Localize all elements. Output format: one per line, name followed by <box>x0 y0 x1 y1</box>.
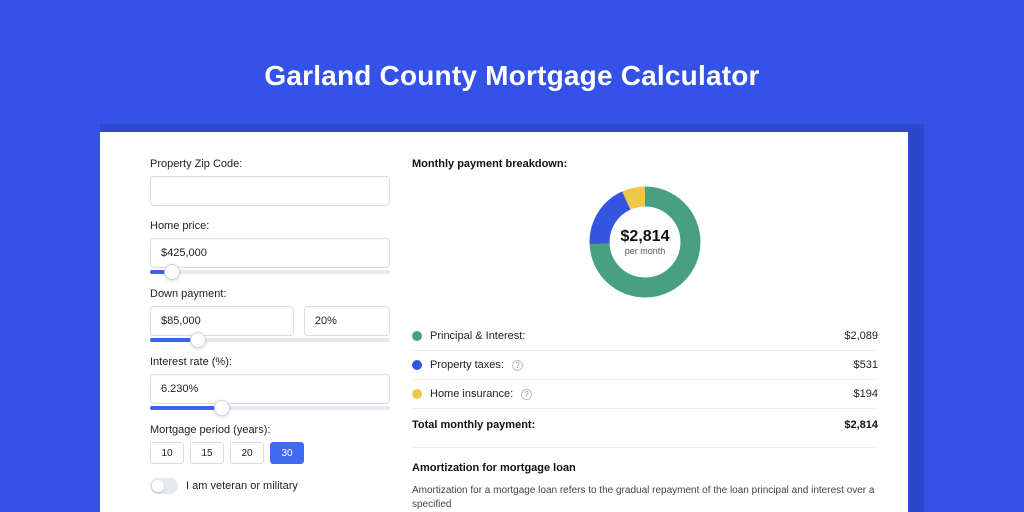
interest-slider[interactable] <box>150 406 390 410</box>
down-payment-slider[interactable] <box>150 338 390 342</box>
legend-row-insurance: Home insurance: ? $194 <box>412 380 878 409</box>
interest-input[interactable] <box>150 374 390 404</box>
period-option-10[interactable]: 10 <box>150 442 184 464</box>
amortization-text: Amortization for a mortgage loan refers … <box>412 484 878 512</box>
legend-value: $531 <box>854 359 878 371</box>
home-price-label: Home price: <box>150 220 390 232</box>
veteran-label: I am veteran or military <box>186 480 298 492</box>
legend-row-principal: Principal & Interest: $2,089 <box>412 322 878 351</box>
period-option-30[interactable]: 30 <box>270 442 304 464</box>
total-label: Total monthly payment: <box>412 419 535 431</box>
period-option-15[interactable]: 15 <box>190 442 224 464</box>
dot-icon <box>412 331 422 341</box>
breakdown-panel: Monthly payment breakdown: $2,814 per mo… <box>412 158 878 512</box>
period-option-20[interactable]: 20 <box>230 442 264 464</box>
donut-per-month: per month <box>625 246 666 256</box>
period-label: Mortgage period (years): <box>150 424 390 436</box>
donut-amount: $2,814 <box>621 228 670 246</box>
dot-icon <box>412 360 422 370</box>
down-payment-pct-input[interactable] <box>304 306 390 336</box>
total-value: $2,814 <box>844 419 878 431</box>
veteran-toggle[interactable] <box>150 478 178 494</box>
legend-value: $194 <box>854 388 878 400</box>
calculator-card: Property Zip Code: Home price: Down paym… <box>100 132 908 512</box>
legend-value: $2,089 <box>844 330 878 342</box>
down-payment-input[interactable] <box>150 306 294 336</box>
zip-label: Property Zip Code: <box>150 158 390 170</box>
info-icon[interactable]: ? <box>512 360 523 371</box>
amortization-heading: Amortization for mortgage loan <box>412 462 878 474</box>
info-icon[interactable]: ? <box>521 389 532 400</box>
home-price-slider[interactable] <box>150 270 390 274</box>
home-price-input[interactable] <box>150 238 390 268</box>
legend-row-taxes: Property taxes: ? $531 <box>412 351 878 380</box>
legend-label: Principal & Interest: <box>430 330 525 342</box>
amortization-section: Amortization for mortgage loan Amortizat… <box>412 447 878 512</box>
down-payment-label: Down payment: <box>150 288 390 300</box>
legend-row-total: Total monthly payment: $2,814 <box>412 409 878 447</box>
legend-label: Home insurance: <box>430 388 513 400</box>
payment-donut-chart: $2,814 per month <box>585 182 705 302</box>
zip-input[interactable] <box>150 176 390 206</box>
form-panel: Property Zip Code: Home price: Down paym… <box>150 158 390 512</box>
breakdown-heading: Monthly payment breakdown: <box>412 158 878 170</box>
page-title: Garland County Mortgage Calculator <box>0 0 1024 92</box>
dot-icon <box>412 389 422 399</box>
interest-label: Interest rate (%): <box>150 356 390 368</box>
legend-label: Property taxes: <box>430 359 504 371</box>
